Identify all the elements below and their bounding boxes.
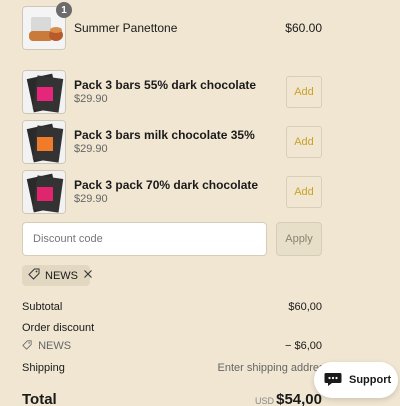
- product-thumbnail: [22, 70, 66, 114]
- upsell-name: Pack 3 pack 70% dark chocolate: [74, 178, 259, 192]
- upsell-item: Pack 3 bars 55% dark chocolate $29.90 Ad…: [22, 70, 322, 114]
- remove-discount-icon[interactable]: [83, 269, 93, 282]
- discount-detail-code: NEWS: [38, 340, 72, 352]
- add-button[interactable]: Add: [286, 126, 322, 158]
- add-button[interactable]: Add: [286, 76, 322, 108]
- cart-item: 1 Summer Panettone $60.00: [22, 2, 322, 50]
- order-discount-row: Order discount: [22, 322, 322, 334]
- subtotal-row: Subtotal $60,00: [22, 301, 322, 313]
- support-button[interactable]: Support: [314, 362, 398, 398]
- discount-code-input[interactable]: [22, 222, 267, 256]
- discount-detail-row: NEWS − $6,00: [22, 340, 322, 353]
- upsell-price: $29.90: [74, 93, 108, 105]
- upsell-item: Pack 3 pack 70% dark chocolate $29.90 Ad…: [22, 170, 322, 214]
- shipping-label: Shipping: [22, 362, 65, 374]
- subtotal-value: $60,00: [288, 301, 322, 313]
- tag-icon: [22, 340, 32, 353]
- chat-icon: [324, 371, 342, 390]
- upsell-name: Pack 3 bars 55% dark chocolate: [74, 78, 257, 92]
- upsell-name: Pack 3 bars milk chocolate 35%: [74, 128, 255, 142]
- support-label: Support: [349, 374, 392, 386]
- add-button[interactable]: Add: [286, 176, 322, 208]
- product-thumbnail: [22, 170, 66, 214]
- subtotal-label: Subtotal: [22, 301, 63, 313]
- apply-button[interactable]: Apply: [276, 222, 322, 256]
- order-discount-label: Order discount: [22, 322, 95, 334]
- total-label: Total: [22, 391, 57, 406]
- upsell-price: $29.90: [74, 143, 108, 155]
- product-thumbnail: [22, 120, 66, 164]
- checkout-summary: 1 Summer Panettone $60.00 Pack 3 bars 55…: [0, 0, 400, 406]
- currency-label: USD: [254, 396, 274, 406]
- upsell-price: $29.90: [74, 193, 108, 205]
- shipping-value: Enter shipping address: [217, 362, 330, 374]
- discount-code-label: NEWS: [45, 269, 78, 282]
- shipping-row: Shipping Enter shipping address: [22, 362, 330, 374]
- item-name: Summer Panettone: [74, 21, 178, 35]
- tag-icon: [28, 268, 40, 283]
- item-price: $60.00: [285, 21, 322, 35]
- total-value: $54,00: [276, 391, 322, 406]
- applied-discount-tag: NEWS: [22, 265, 93, 286]
- upsell-item: Pack 3 bars milk chocolate 35% $29.90 Ad…: [22, 120, 322, 164]
- discount-value: − $6,00: [284, 340, 322, 352]
- quantity-badge: 1: [56, 2, 72, 18]
